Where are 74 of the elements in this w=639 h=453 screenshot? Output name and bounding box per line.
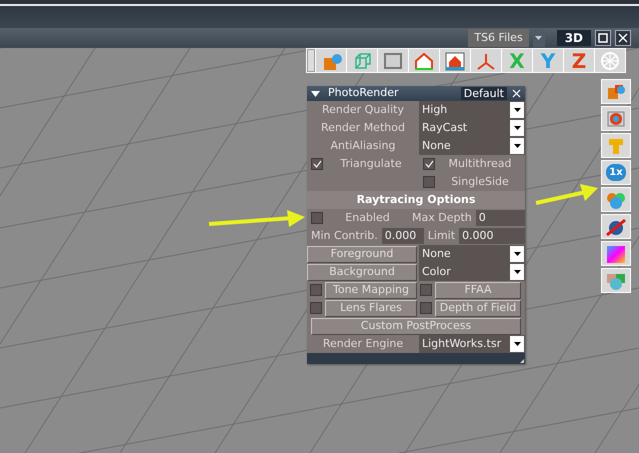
dropdown[interactable]: Color: [419, 263, 525, 281]
section-heading: Raytracing Options: [307, 191, 525, 209]
close-icon[interactable]: [618, 33, 628, 43]
input-field[interactable]: 0.000: [459, 228, 525, 244]
field-label: Render Quality: [321, 102, 405, 118]
toolbar-handle[interactable]: [307, 49, 315, 72]
field-label: Min Contrib.: [310, 228, 378, 244]
dropdown-value: LightWorks.tsr: [422, 336, 502, 352]
checkbox-label: Triangulate: [339, 156, 403, 172]
field-label: AntiAliasing: [330, 138, 396, 154]
files-button[interactable]: TS6 Files: [468, 29, 529, 47]
panel-button[interactable]: Background: [307, 264, 417, 280]
house-picture-icon[interactable]: [440, 49, 470, 72]
scale-button[interactable]: 1x: [601, 160, 631, 185]
checkbox[interactable]: [420, 284, 432, 296]
caret-icon[interactable]: [514, 144, 520, 148]
maximize-icon[interactable]: [598, 33, 608, 43]
dropdown[interactable]: None: [419, 245, 525, 263]
annotation-arrow: [536, 184, 598, 205]
dropdown-value: RayCast: [422, 120, 468, 136]
panel-button[interactable]: FFAA: [435, 282, 521, 298]
scale-badge: 1x: [606, 164, 626, 181]
checkbox-label: Multithread: [448, 156, 512, 172]
input-field[interactable]: 0: [476, 210, 525, 226]
checkbox[interactable]: [423, 158, 435, 170]
close-icon[interactable]: [512, 89, 521, 98]
field-label: Render Engine: [322, 336, 404, 352]
checkbox-label: Enabled: [344, 210, 391, 226]
close-button[interactable]: [615, 30, 631, 46]
checkbox-label: SingleSide: [450, 174, 510, 190]
collapse-icon[interactable]: [311, 90, 320, 96]
checkbox[interactable]: [310, 284, 322, 296]
dropdown-value: High: [422, 102, 448, 118]
dropdown[interactable]: LightWorks.tsr: [419, 335, 525, 353]
axes-icon[interactable]: [471, 49, 501, 72]
dropdown[interactable]: None: [419, 137, 525, 155]
dropdown[interactable]: RayCast: [419, 119, 525, 137]
dropdown[interactable]: High: [419, 101, 525, 119]
axis-button[interactable]: Z: [564, 49, 594, 72]
panel-button[interactable]: Custom PostProcess: [311, 318, 521, 334]
caret-icon[interactable]: [514, 126, 520, 130]
panel-button[interactable]: Depth of Field: [435, 300, 521, 316]
checkbox[interactable]: [311, 158, 323, 170]
dropdown-value: Color: [422, 264, 451, 280]
caret-icon[interactable]: [514, 270, 520, 274]
field-label: Max Depth: [412, 210, 472, 226]
spheres-icon[interactable]: [601, 187, 631, 212]
field-label: Limit: [426, 228, 456, 244]
caret-icon[interactable]: [514, 342, 520, 346]
cubes-icon[interactable]: [601, 79, 631, 104]
preset-label[interactable]: Default: [460, 87, 507, 100]
sphere-box-icon[interactable]: [601, 106, 631, 131]
dropdown-value: None: [422, 138, 451, 154]
checkbox[interactable]: [310, 302, 322, 314]
checkbox[interactable]: [420, 302, 432, 314]
caret-icon[interactable]: [514, 108, 520, 112]
materials-icon[interactable]: [601, 268, 631, 293]
checkbox[interactable]: [423, 176, 435, 188]
maximize-button[interactable]: [595, 30, 611, 46]
view-mode-button[interactable]: 3D: [556, 30, 591, 46]
house-icon[interactable]: [409, 49, 439, 72]
field-label: Render Method: [320, 120, 406, 136]
dropdown-button[interactable]: [532, 29, 545, 47]
panel-title: PhotoRender: [328, 85, 400, 102]
input-field[interactable]: 0.000: [382, 228, 424, 244]
checkbox[interactable]: [311, 212, 323, 224]
square-icon[interactable]: [378, 49, 408, 72]
panel-button[interactable]: Foreground: [307, 246, 417, 262]
panel-button[interactable]: Lens Flares: [325, 300, 417, 316]
caret-icon[interactable]: [514, 252, 520, 256]
dropdown-value: None: [422, 246, 451, 262]
color-gradient-icon[interactable]: [601, 241, 631, 266]
resize-grip-icon[interactable]: [519, 358, 525, 364]
panel-button[interactable]: Tone Mapping: [325, 282, 417, 298]
